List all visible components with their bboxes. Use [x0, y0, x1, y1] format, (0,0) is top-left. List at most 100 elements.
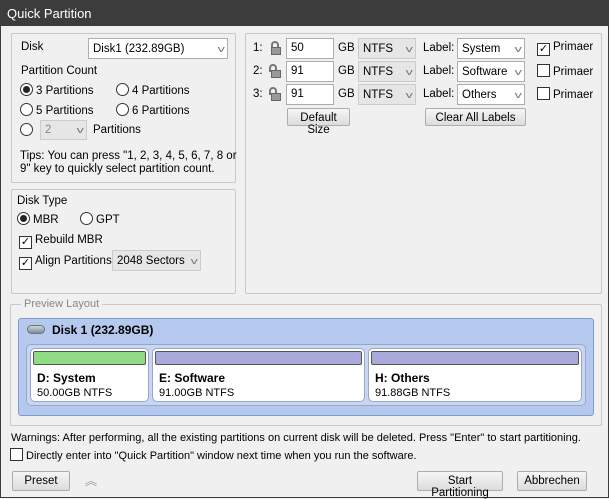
partition-count-label: Partition Count: [21, 65, 98, 77]
partition-h[interactable]: H: Others 91.88GB NTFS: [368, 348, 582, 402]
partition-number: 1:: [253, 42, 263, 54]
disk-value: Disk1 (232.89GB): [93, 42, 185, 55]
chevron-down-icon: v: [405, 66, 413, 77]
radio-3-partitions[interactable]: 3 Partitions: [20, 83, 94, 97]
disk-type-label: Disk Type: [17, 195, 68, 207]
checkbox-label: Primaer: [553, 66, 594, 78]
radio-5-partitions[interactable]: 5 Partitions: [20, 103, 94, 117]
filesystem-select[interactable]: NTFS v: [358, 61, 416, 82]
partition-number: 3:: [253, 88, 263, 100]
filesystem-select[interactable]: NTFS v: [358, 38, 416, 59]
partition-e[interactable]: E: Software 91.00GB NTFS: [152, 348, 365, 402]
checkbox-box: [537, 87, 550, 100]
primary-checkbox[interactable]: Primaer: [537, 87, 593, 101]
partition-name: E: Software: [159, 371, 226, 385]
filesystem-value: NTFS: [363, 65, 394, 78]
filesystem-value: NTFS: [363, 88, 394, 101]
radio-label: 3 Partitions: [36, 85, 94, 97]
label-select[interactable]: System v: [457, 38, 525, 59]
tips-line-2: 9" key to quickly select partition count…: [20, 163, 215, 175]
label-select[interactable]: Software v: [457, 61, 525, 82]
checkbox-box: [537, 64, 550, 77]
partition-bar: D: System 50.00GB NTFS E: Software 91.00GB…: [26, 344, 586, 406]
radio-label: GPT: [96, 214, 120, 226]
partition-size: 91.88GB NTFS: [375, 387, 451, 399]
window-title: Quick Partition: [1, 1, 609, 26]
size-unit: GB: [338, 88, 355, 100]
radio-icon: [20, 123, 33, 136]
disk-select[interactable]: Disk1 (232.89GB) v: [88, 38, 228, 59]
partition-size-input[interactable]: 91: [286, 61, 334, 82]
partition-size-input[interactable]: 50: [286, 38, 334, 59]
label-value: Others: [462, 88, 497, 101]
chevron-down-icon: v: [405, 89, 413, 100]
filesystem-select[interactable]: NTFS v: [358, 84, 416, 105]
custom-count-select[interactable]: 2v: [40, 120, 87, 140]
radio-label: 6 Partitions: [132, 105, 190, 117]
unlock-icon[interactable]: [269, 87, 281, 101]
partition-size: 91.00GB NTFS: [159, 387, 235, 399]
radio-icon: [17, 212, 30, 225]
chevron-down-icon: v: [217, 43, 225, 54]
radio-mbr[interactable]: MBR: [17, 212, 59, 226]
lock-icon[interactable]: [269, 41, 281, 55]
radio-4-partitions[interactable]: 4 Partitions: [116, 83, 190, 97]
filesystem-value: NTFS: [363, 42, 394, 55]
align-partitions-checkbox[interactable]: ✓ Align Partitions:: [19, 255, 115, 270]
preview-legend: Preview Layout: [21, 298, 103, 310]
preset-button[interactable]: Preset: [12, 471, 70, 491]
label-select[interactable]: Others v: [457, 84, 525, 105]
align-sectors-value: 2048 Sectors: [117, 254, 185, 267]
hard-disk-icon: [27, 325, 45, 334]
partition-size-input[interactable]: 91: [286, 84, 334, 105]
checkmark-icon: ✓: [19, 257, 32, 270]
partition-d[interactable]: D: System 50.00GB NTFS: [30, 348, 149, 402]
disk-preview-panel: Disk 1 (232.89GB) D: System 50.00GB NTFS …: [18, 318, 594, 416]
chevron-down-icon: v: [514, 43, 522, 54]
checkbox-box: [10, 448, 23, 461]
tips-line-1: Tips: You can press "1, 2, 3, 4, 5, 6, 7…: [20, 150, 237, 162]
checkbox-label: Rebuild MBR: [35, 234, 103, 246]
disk-label: Disk: [21, 41, 44, 53]
primary-checkbox[interactable]: ✓ Primaer: [537, 41, 593, 56]
rebuild-mbr-checkbox[interactable]: ✓ Rebuild MBR: [19, 234, 103, 249]
radio-label: 4 Partitions: [132, 85, 190, 97]
label-caption: Label:: [423, 88, 455, 100]
radio-label: 5 Partitions: [36, 105, 94, 117]
direct-enter-checkbox[interactable]: Directly enter into "Quick Partition" wi…: [10, 448, 417, 462]
partition-name: D: System: [37, 371, 96, 385]
partition-fill: [155, 351, 362, 365]
radio-icon: [80, 212, 93, 225]
primary-checkbox[interactable]: Primaer: [537, 64, 593, 78]
checkbox-label: Primaer: [553, 89, 594, 101]
radio-label: MBR: [33, 214, 59, 226]
chevron-down-icon: v: [190, 255, 198, 266]
default-size-button[interactable]: Default Size: [287, 108, 350, 136]
checkbox-label: Directly enter into "Quick Partition" wi…: [26, 450, 417, 462]
size-unit: GB: [338, 65, 355, 77]
checkmark-icon: ✓: [19, 236, 32, 249]
partition-name: H: Others: [375, 371, 430, 385]
label-caption: Label:: [423, 42, 455, 54]
partition-fill: [33, 351, 146, 365]
label-value: Software: [462, 65, 508, 78]
size-unit: GB: [338, 42, 355, 54]
radio-custom[interactable]: [20, 123, 36, 137]
clear-all-labels-button[interactable]: Clear All Labels: [425, 108, 526, 126]
chevron-down-icon: v: [514, 89, 522, 100]
double-chevron-up-icon[interactable]: ︽: [85, 472, 97, 489]
cancel-button[interactable]: Abbrechen: [517, 471, 587, 491]
partition-size: 50.00GB NTFS: [37, 387, 113, 399]
disk-title: Disk 1 (232.89GB): [52, 323, 154, 337]
partition-number: 2:: [253, 65, 263, 77]
custom-count-value: 2: [45, 124, 52, 136]
partition-fill: [371, 351, 579, 365]
align-sectors-select[interactable]: 2048 Sectors v: [112, 250, 201, 271]
warning-text: Warnings: After performing, all the exis…: [11, 432, 581, 444]
radio-gpt[interactable]: GPT: [80, 212, 120, 226]
start-partitioning-button[interactable]: Start Partitioning: [417, 471, 503, 499]
radio-6-partitions[interactable]: 6 Partitions: [116, 103, 190, 117]
unlock-icon[interactable]: [269, 64, 281, 78]
radio-icon: [20, 103, 33, 116]
chevron-down-icon: v: [76, 125, 84, 135]
